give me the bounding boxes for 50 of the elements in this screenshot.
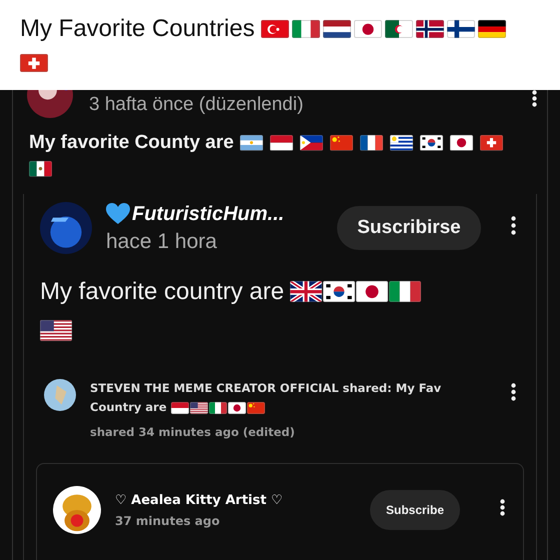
post-time: 3 hafta önce (düzenlendi) bbox=[89, 94, 304, 115]
japan-flag-icon bbox=[228, 402, 246, 414]
avatar[interactable] bbox=[40, 202, 92, 254]
post-text: My favorite country are bbox=[40, 278, 284, 305]
switzerland-flag-icon bbox=[480, 135, 503, 151]
post-text: My favorite County are bbox=[29, 132, 234, 153]
post-time: hace 1 hora bbox=[106, 230, 218, 254]
share-text: Country are bbox=[90, 400, 167, 414]
japan-flag-icon bbox=[450, 135, 473, 151]
germany-flag-icon bbox=[478, 20, 506, 38]
norway-flag-icon bbox=[416, 20, 444, 38]
share-time: shared 34 minutes ago (edited) bbox=[90, 425, 295, 440]
more-options-icon[interactable] bbox=[511, 216, 516, 236]
japan-flag-icon bbox=[356, 281, 388, 302]
more-options-icon[interactable] bbox=[500, 499, 505, 516]
post-time: 37 minutes ago bbox=[115, 514, 221, 528]
indonesia-flag-icon bbox=[270, 135, 293, 151]
usa-flag-icon bbox=[40, 320, 72, 341]
subscribe-button[interactable]: Suscribirse bbox=[337, 206, 481, 250]
heart-icon bbox=[106, 203, 130, 226]
italy-flag-icon bbox=[389, 281, 422, 302]
more-options-icon[interactable] bbox=[532, 90, 537, 107]
south-korea-flag-icon bbox=[420, 135, 443, 151]
page-title: My Favorite Countries bbox=[20, 15, 255, 42]
avatar[interactable] bbox=[53, 486, 101, 534]
philippines-flag-icon bbox=[300, 135, 323, 151]
italy-flag-icon bbox=[208, 402, 227, 414]
argentina-flag-icon bbox=[240, 135, 263, 151]
channel-name[interactable]: ♡ Aealea Kitty Artist ♡ bbox=[115, 492, 356, 508]
subscribe-button[interactable]: Subscribe bbox=[370, 490, 460, 530]
switzerland-flag-icon bbox=[20, 54, 48, 72]
channel-name[interactable]: FuturisticHum... bbox=[132, 202, 284, 226]
japan-flag-icon bbox=[354, 20, 382, 38]
italy-flag-icon bbox=[292, 20, 320, 38]
share-text: STEVEN THE MEME CREATOR OFFICIAL shared: My Fav bbox=[90, 381, 442, 396]
south-korea-flag-icon bbox=[323, 281, 356, 302]
indonesia-flag-icon bbox=[170, 402, 189, 414]
more-options-icon[interactable] bbox=[511, 382, 516, 401]
france-flag-icon bbox=[360, 135, 383, 151]
uruguay-flag-icon bbox=[390, 135, 413, 151]
mexico-flag-icon bbox=[29, 161, 52, 177]
algeria-flag-icon bbox=[384, 20, 413, 38]
china-flag-icon bbox=[330, 135, 353, 151]
avatar[interactable] bbox=[44, 378, 76, 411]
finland-flag-icon bbox=[446, 20, 475, 38]
usa-flag-icon bbox=[190, 402, 208, 414]
turkey-flag-icon bbox=[260, 20, 289, 38]
uk-flag-icon bbox=[290, 281, 322, 302]
netherlands-flag-icon bbox=[322, 20, 351, 38]
china-flag-icon bbox=[246, 402, 265, 414]
